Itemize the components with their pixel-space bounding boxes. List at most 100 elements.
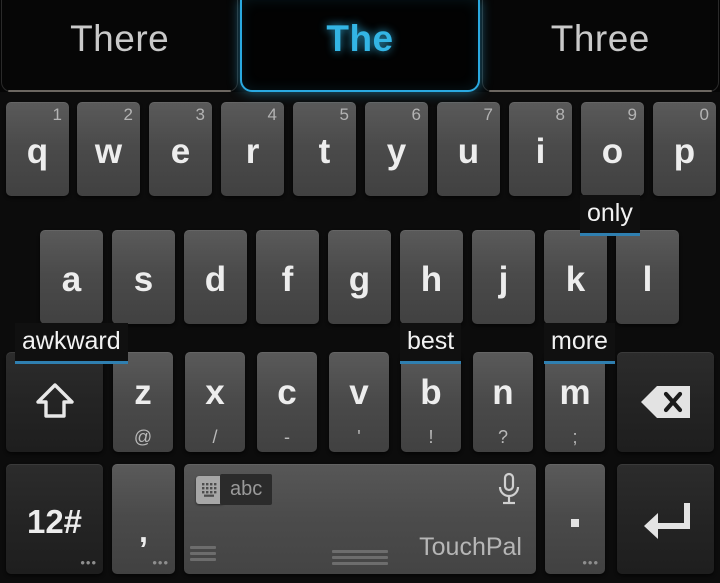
key-w[interactable]: 2 w: [77, 102, 140, 196]
key-b[interactable]: b !: [401, 352, 461, 452]
key-label: l: [642, 259, 653, 299]
shift-arrow-icon: [35, 383, 74, 418]
key-label: d: [204, 259, 227, 299]
key-label: e: [170, 131, 191, 171]
key-label: i: [535, 131, 546, 171]
key-label: z: [134, 372, 152, 412]
key-label: g: [348, 259, 371, 299]
key-o[interactable]: 9 o: [581, 102, 644, 196]
key-p[interactable]: 0 p: [653, 102, 716, 196]
keyboard-row-2: a s d f g h j k l awkward best more: [0, 222, 720, 364]
key-v[interactable]: v ': [329, 352, 389, 452]
layout-switch-badge[interactable]: abc: [196, 474, 273, 505]
key-more-options-dots: •••: [152, 555, 169, 570]
suggestion-label: Three: [550, 18, 650, 59]
suggestion-label: There: [70, 18, 170, 59]
word-hint-best[interactable]: best: [400, 323, 462, 364]
touchpal-keyboard-screen: There The Three 1 q 2 w 3 e 4 r 5 t 6 y …: [0, 0, 720, 583]
key-n[interactable]: n ?: [473, 352, 533, 452]
key-label: 12#: [26, 502, 83, 540]
key-q[interactable]: 1 q: [6, 102, 69, 196]
key-u[interactable]: 7 u: [437, 102, 500, 196]
key-label: w: [94, 131, 123, 171]
word-hint-label: more: [551, 327, 608, 355]
key-e[interactable]: 3 e: [149, 102, 212, 196]
key-number-hint: 2: [123, 105, 133, 124]
keyboard-row-3: z @ x / c - v ' b ! n ? m ;: [0, 350, 720, 458]
suggestion-item-2[interactable]: Three: [481, 0, 719, 92]
key-period[interactable]: •••: [545, 464, 605, 574]
suggestion-label: The: [326, 17, 394, 59]
keyboard-row-4: 12# ••• , ••• abc TouchPal •••: [0, 460, 720, 581]
key-label: b: [420, 372, 442, 412]
key-label: ,: [139, 513, 148, 549]
key-label: x: [205, 372, 225, 412]
key-label: j: [498, 259, 509, 299]
key-f[interactable]: f: [256, 230, 319, 324]
keyboard-area: 1 q 2 w 3 e 4 r 5 t 6 y 7 u 8 i 9 o 0 p …: [0, 92, 720, 583]
space-drag-handle[interactable]: [332, 550, 388, 568]
key-label: k: [565, 259, 586, 299]
key-label: q: [26, 131, 49, 171]
backspace-icon: [640, 386, 690, 418]
key-more-options-dots: •••: [582, 555, 599, 570]
key-t[interactable]: 5 t: [293, 102, 356, 196]
suggestion-item-1-selected[interactable]: The: [240, 0, 480, 92]
key-number-hint: 5: [339, 105, 349, 124]
key-number-hint: 0: [699, 105, 709, 124]
key-shift[interactable]: [6, 352, 103, 452]
key-l[interactable]: l: [616, 230, 679, 324]
key-x[interactable]: x /: [185, 352, 245, 452]
key-symbol-hint: -: [284, 427, 290, 447]
key-label: y: [386, 131, 407, 171]
key-number-hint: 7: [483, 105, 493, 124]
key-number-hint: 1: [52, 105, 62, 124]
word-hint-label: best: [407, 327, 455, 355]
word-hint-more[interactable]: more: [544, 323, 615, 364]
key-number-hint: 3: [195, 105, 205, 124]
key-m[interactable]: m ;: [545, 352, 605, 452]
key-h[interactable]: h: [400, 230, 463, 324]
key-c[interactable]: c -: [257, 352, 317, 452]
word-hint-label: only: [587, 199, 633, 227]
key-number-hint: 6: [411, 105, 421, 124]
key-symbol-hint: ;: [572, 427, 578, 447]
key-a[interactable]: a: [40, 230, 103, 324]
key-symbol-hint: !: [428, 427, 434, 447]
key-label: n: [492, 372, 514, 412]
key-number-hint: 4: [267, 105, 277, 124]
key-label: p: [673, 131, 696, 171]
key-symbol-hint: ': [357, 427, 361, 447]
key-z[interactable]: z @: [113, 352, 173, 452]
key-j[interactable]: j: [472, 230, 535, 324]
word-hint-awkward[interactable]: awkward: [15, 323, 128, 364]
key-enter[interactable]: [617, 464, 714, 574]
key-y[interactable]: 6 y: [365, 102, 428, 196]
key-i[interactable]: 8 i: [509, 102, 572, 196]
key-s[interactable]: s: [112, 230, 175, 324]
key-r[interactable]: 4 r: [221, 102, 284, 196]
word-hint-only[interactable]: only: [580, 195, 640, 236]
key-g[interactable]: g: [328, 230, 391, 324]
key-symbol-hint: ?: [497, 427, 508, 447]
space-resize-handle-left[interactable]: [190, 546, 216, 564]
key-symbols-12hash[interactable]: 12# •••: [6, 464, 103, 574]
key-more-options-dots: •••: [80, 555, 97, 570]
key-label: t: [318, 131, 331, 171]
key-label: h: [420, 259, 443, 299]
enter-return-icon: [643, 503, 690, 539]
key-comma[interactable]: , •••: [112, 464, 175, 574]
key-k[interactable]: k: [544, 230, 607, 324]
key-space[interactable]: abc TouchPal: [184, 464, 536, 574]
key-backspace[interactable]: [617, 352, 714, 452]
key-label: o: [601, 131, 624, 171]
suggestion-item-0[interactable]: There: [1, 0, 239, 92]
word-hint-label: awkward: [22, 327, 121, 355]
keyboard-row-1: 1 q 2 w 3 e 4 r 5 t 6 y 7 u 8 i 9 o 0 p …: [0, 94, 720, 236]
brand-label: TouchPal: [419, 533, 522, 561]
key-label: r: [245, 131, 260, 171]
microphone-icon[interactable]: [496, 472, 522, 511]
key-d[interactable]: d: [184, 230, 247, 324]
key-number-hint: 9: [627, 105, 637, 124]
key-label: c: [277, 372, 297, 412]
